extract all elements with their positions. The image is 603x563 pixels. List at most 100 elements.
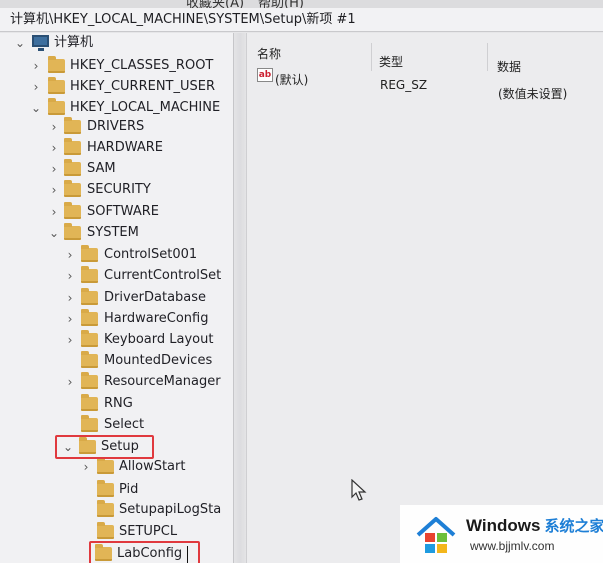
folder-icon bbox=[81, 372, 98, 389]
column-header-type[interactable]: 类型 bbox=[379, 53, 403, 70]
tree-node-security[interactable]: › SECURITY bbox=[0, 180, 230, 200]
highlight-labconfig-box bbox=[89, 541, 200, 563]
menu-help[interactable]: 帮助(H) bbox=[258, 0, 304, 8]
chevron-right-icon[interactable]: › bbox=[80, 457, 92, 477]
tree-label: ResourceManager bbox=[104, 374, 221, 389]
chevron-right-icon[interactable]: › bbox=[48, 138, 60, 158]
tree-node-system[interactable]: ⌄ SYSTEM bbox=[0, 223, 230, 243]
tree-label: DriverDatabase bbox=[104, 290, 207, 305]
value-name: (默认) bbox=[275, 73, 309, 87]
tree-node-hardware[interactable]: › HARDWARE bbox=[0, 138, 230, 158]
tree-node-keyboard-layout[interactable]: › Keyboard Layout bbox=[0, 330, 230, 350]
column-header-name[interactable]: 名称 bbox=[257, 45, 281, 62]
folder-icon bbox=[81, 415, 98, 432]
chevron-right-icon[interactable]: › bbox=[30, 56, 42, 76]
folder-icon bbox=[64, 223, 81, 240]
tree-node-hkcu[interactable]: › HKEY_CURRENT_USER bbox=[0, 77, 230, 97]
tree-label: HKEY_CURRENT_USER bbox=[70, 79, 216, 94]
tree-label: SetupapiLogSta bbox=[119, 502, 222, 517]
folder-icon bbox=[81, 394, 98, 411]
folder-icon bbox=[48, 56, 65, 73]
chevron-right-icon[interactable]: › bbox=[48, 202, 60, 222]
watermark-title: Windows 系统之家 bbox=[466, 516, 603, 535]
watermark: Windows 系统之家 www.bjjmlv.com bbox=[400, 505, 603, 563]
tree-node-setupapilogsta[interactable]: SetupapiLogSta bbox=[0, 500, 230, 520]
values-pane: 名称 类型 数据 ab (默认) REG_SZ (数值未设置) bbox=[247, 33, 603, 563]
tree-node-mounteddevices[interactable]: MountedDevices bbox=[0, 351, 230, 371]
tree-label: 计算机 bbox=[54, 35, 94, 50]
mouse-pointer-icon bbox=[351, 479, 367, 501]
tree-label: RNG bbox=[104, 396, 133, 411]
menu-favorites[interactable]: 收藏夹(A) bbox=[186, 0, 244, 8]
folder-icon bbox=[64, 180, 81, 197]
tree-node-controlset001[interactable]: › ControlSet001 bbox=[0, 245, 230, 265]
watermark-url: www.bjjmlv.com bbox=[470, 539, 555, 553]
chevron-right-icon[interactable]: › bbox=[48, 117, 60, 137]
registry-tree: ⌄ 计算机 › HKEY_CLASSES_ROOT › HKEY_CURRENT… bbox=[0, 33, 233, 563]
chevron-down-icon[interactable]: ⌄ bbox=[48, 223, 60, 243]
chevron-right-icon[interactable]: › bbox=[64, 309, 76, 329]
tree-label: HardwareConfig bbox=[104, 311, 209, 326]
tree-label: HARDWARE bbox=[87, 140, 163, 155]
tree-node-select[interactable]: Select bbox=[0, 415, 230, 435]
folder-icon bbox=[64, 138, 81, 155]
tree-label: AllowStart bbox=[119, 459, 186, 474]
tree-node-hkcr[interactable]: › HKEY_CLASSES_ROOT bbox=[0, 56, 230, 76]
tree-node-driverdatabase[interactable]: › DriverDatabase bbox=[0, 288, 230, 308]
tree-node-allowstart[interactable]: › AllowStart bbox=[0, 457, 230, 477]
tree-label: HKEY_LOCAL_MACHINE bbox=[70, 100, 221, 115]
chevron-right-icon[interactable]: › bbox=[64, 372, 76, 392]
column-separator[interactable] bbox=[371, 43, 372, 71]
chevron-right-icon[interactable]: › bbox=[30, 77, 42, 97]
tree-label: HKEY_CLASSES_ROOT bbox=[70, 58, 214, 73]
folder-icon bbox=[81, 330, 98, 347]
folder-icon bbox=[97, 480, 114, 497]
folder-icon bbox=[64, 159, 81, 176]
tree-node-hklm[interactable]: ⌄ HKEY_LOCAL_MACHINE bbox=[0, 98, 230, 118]
tree-label: MountedDevices bbox=[104, 353, 213, 368]
folder-icon bbox=[97, 522, 114, 539]
column-separator[interactable] bbox=[487, 43, 488, 71]
tree-label: ControlSet001 bbox=[104, 247, 198, 262]
chevron-right-icon[interactable]: › bbox=[48, 180, 60, 200]
chevron-right-icon[interactable]: › bbox=[64, 288, 76, 308]
house-logo-icon bbox=[416, 517, 456, 553]
folder-icon bbox=[64, 202, 81, 219]
chevron-down-icon[interactable]: ⌄ bbox=[14, 33, 26, 53]
tree-node-drivers[interactable]: › DRIVERS bbox=[0, 117, 230, 137]
tree-label: SAM bbox=[87, 161, 116, 176]
chevron-right-icon[interactable]: › bbox=[64, 245, 76, 265]
tree-node-hardwareconfig[interactable]: › HardwareConfig bbox=[0, 309, 230, 329]
chevron-right-icon[interactable]: › bbox=[64, 266, 76, 286]
highlight-setup-box bbox=[55, 435, 154, 459]
menu-bar: 收藏夹(A) 帮助(H) bbox=[0, 0, 603, 8]
tree-node-sam[interactable]: › SAM bbox=[0, 159, 230, 179]
folder-icon bbox=[48, 77, 65, 94]
folder-icon bbox=[64, 117, 81, 134]
tree-node-pid[interactable]: Pid bbox=[0, 480, 230, 500]
tree-label: Select bbox=[104, 417, 145, 432]
column-header-data[interactable]: 数据 bbox=[497, 58, 521, 75]
tree-node-setupcl[interactable]: SETUPCL bbox=[0, 522, 230, 542]
address-bar[interactable]: 计算机\HKEY_LOCAL_MACHINE\SYSTEM\Setup\新项 #… bbox=[0, 8, 603, 32]
pane-splitter[interactable] bbox=[233, 33, 247, 563]
folder-icon bbox=[81, 309, 98, 326]
chevron-down-icon[interactable]: ⌄ bbox=[30, 98, 42, 118]
value-type: REG_SZ bbox=[380, 78, 428, 92]
tree-node-software[interactable]: › SOFTWARE bbox=[0, 202, 230, 222]
tree-label: SYSTEM bbox=[87, 225, 139, 240]
tree-label: DRIVERS bbox=[87, 119, 145, 134]
folder-icon bbox=[81, 266, 98, 283]
chevron-right-icon[interactable]: › bbox=[48, 159, 60, 179]
tree-label: Keyboard Layout bbox=[104, 332, 214, 347]
tree-node-rng[interactable]: RNG bbox=[0, 394, 230, 414]
tree-label: SECURITY bbox=[87, 182, 151, 197]
tree-label: CurrentControlSet bbox=[104, 268, 222, 283]
chevron-right-icon[interactable]: › bbox=[64, 330, 76, 350]
tree-node-currentcontrolset[interactable]: › CurrentControlSet bbox=[0, 266, 230, 286]
value-data: (数值未设置) bbox=[498, 87, 568, 101]
tree-node-resourcemanager[interactable]: › ResourceManager bbox=[0, 372, 230, 392]
tree-node-computer[interactable]: ⌄ 计算机 bbox=[0, 33, 230, 53]
folder-icon bbox=[81, 245, 98, 262]
string-value-icon: ab bbox=[257, 68, 273, 82]
